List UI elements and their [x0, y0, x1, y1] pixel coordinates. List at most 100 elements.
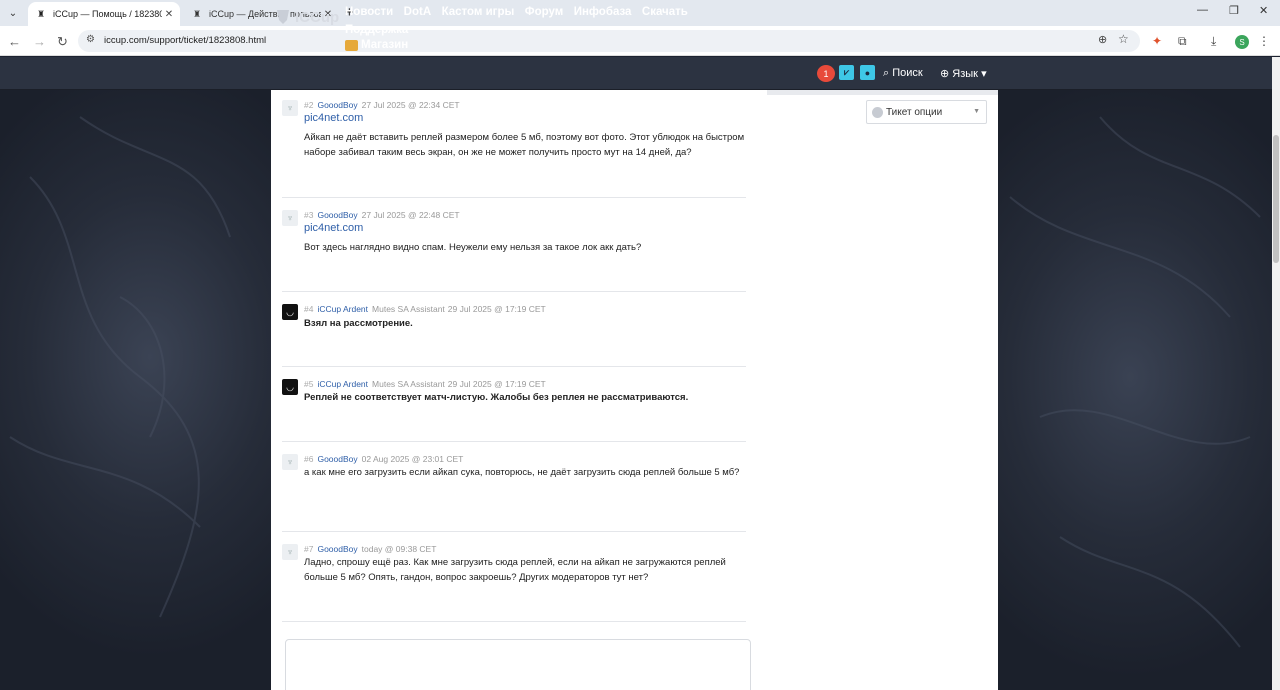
post-date: 27 Jul 2025 @ 22:34 CET	[361, 100, 460, 110]
post-number[interactable]: #4	[304, 304, 313, 314]
zoom-icon[interactable]: ⊕	[1098, 33, 1107, 46]
post-text: а как мне его загрузить если айкап сука,…	[304, 467, 740, 478]
post-author-role: Mutes SA Assistant	[372, 379, 445, 389]
post-number[interactable]: #6	[304, 454, 313, 464]
post-link[interactable]: pic4net.com	[304, 112, 363, 124]
post-divider	[282, 441, 746, 442]
user-profile-icon[interactable]: ●	[860, 65, 875, 80]
sidebar-strip	[767, 90, 998, 95]
post-date: 27 Jul 2025 @ 22:48 CET	[361, 210, 460, 220]
scrollbar-thumb[interactable]	[1273, 135, 1279, 263]
site-info-icon[interactable]: ⚙	[86, 34, 95, 45]
notification-badge[interactable]: 1	[817, 65, 835, 82]
close-window-icon[interactable]: ✕	[1259, 4, 1268, 17]
post-divider	[282, 366, 746, 367]
avatar: ◡	[282, 379, 298, 395]
post-number[interactable]: #5	[304, 379, 313, 389]
bookmark-star-icon[interactable]: ☆	[1118, 32, 1129, 46]
page-scrollbar[interactable]	[1272, 57, 1280, 690]
post-link[interactable]: pic4net.com	[304, 222, 363, 234]
post-meta: #2 GooodBoy 27 Jul 2025 @ 22:34 CET	[304, 100, 460, 110]
post-date: today @ 09:38 CET	[361, 544, 437, 554]
avatar: ♆	[282, 100, 298, 116]
search-link[interactable]: ⌕ Поиск	[883, 67, 923, 80]
ticket-options-label: Тикет опции	[886, 106, 943, 118]
post-divider	[282, 291, 746, 292]
post-author[interactable]: iCCup Ardent	[317, 304, 368, 314]
back-icon[interactable]: ←	[8, 34, 21, 49]
gear-icon	[872, 106, 883, 118]
forward-icon[interactable]: →	[33, 34, 46, 49]
notification-count: 1	[823, 68, 829, 79]
tab-search-icon[interactable]: ⌄	[4, 4, 22, 22]
post-author[interactable]: GooodBoy	[317, 210, 357, 220]
post-divider	[282, 531, 746, 532]
post-author[interactable]: GooodBoy	[317, 100, 357, 110]
minimize-icon[interactable]: —	[1197, 4, 1208, 16]
globe-icon: ⊕	[940, 68, 950, 80]
profile-initial: S	[1239, 37, 1245, 47]
post-divider	[282, 197, 746, 198]
avatar: ♆	[282, 454, 298, 470]
language-label: Язык	[952, 68, 978, 80]
post-meta: #3 GooodBoy 27 Jul 2025 @ 22:48 CET	[304, 210, 460, 220]
post-date: 02 Aug 2025 @ 23:01 CET	[361, 454, 464, 464]
language-dropdown[interactable]: ⊕ Язык ▾	[940, 67, 987, 80]
iccup-logo-icon	[277, 10, 289, 24]
reply-textarea[interactable]	[285, 639, 751, 690]
download-icon[interactable]: ⤓	[1211, 34, 1216, 49]
reload-icon[interactable]: ↻	[57, 34, 68, 50]
search-icon: ⌕	[883, 67, 890, 79]
post-meta: #7 GooodBoy today @ 09:38 CET	[304, 544, 436, 554]
site-header	[0, 57, 1272, 90]
post-meta: #6 GooodBoy 02 Aug 2025 @ 23:01 CET	[304, 454, 463, 464]
shop-label: Магазин	[361, 39, 409, 51]
post-text: Ладно, спрошу ещё раз. Как мне загрузить…	[304, 557, 726, 583]
menu-item-shop[interactable]: Магазин	[345, 38, 408, 53]
url-text[interactable]: iccup.com/support/ticket/1823808.html	[104, 35, 266, 46]
post-author[interactable]: GooodBoy	[317, 544, 357, 554]
chevron-down-icon: ▼	[973, 108, 980, 115]
messages-icon[interactable]: ⩗	[839, 65, 854, 80]
menu-item-forum[interactable]: Форум	[525, 6, 563, 18]
menu-item-custom-games[interactable]: Кастом игры	[442, 6, 515, 18]
iccup-favicon-icon: ♜	[192, 8, 202, 19]
avatar: ♆	[282, 210, 298, 226]
iccup-favicon-icon: ♜	[36, 8, 46, 19]
post-author[interactable]: iCCup Ardent	[317, 379, 368, 389]
extension-icon[interactable]: ✦	[1152, 34, 1162, 48]
profile-avatar[interactable]: S	[1235, 35, 1249, 49]
post-meta: #4 iCCup Ardent Mutes SA Assistant 29 Jul 2…	[304, 304, 546, 314]
search-label: Поиск	[892, 67, 923, 79]
post-number[interactable]: #3	[304, 210, 313, 220]
extensions-puzzle-icon[interactable]: ⧉	[1178, 34, 1187, 49]
ticket-options-select[interactable]: Тикет опции ▼	[866, 100, 987, 124]
avatar: ◡	[282, 304, 298, 320]
menu-kebab-icon[interactable]: ⋮	[1258, 34, 1270, 48]
tab-title: iCCup — Помощь / 1823808	[53, 9, 162, 19]
post-divider	[282, 621, 746, 622]
tab-iccup-help[interactable]: ♜ iCCup — Помощь / 1823808 ✕	[28, 2, 180, 26]
restore-icon[interactable]: ❐	[1229, 4, 1239, 17]
post-text: Взял на рассмотрение.	[304, 318, 413, 329]
avatar: ♆	[282, 544, 298, 560]
close-tab-icon[interactable]: ✕	[162, 9, 176, 20]
logo-text: ICCup	[295, 8, 340, 26]
post-author[interactable]: GooodBoy	[317, 454, 357, 464]
post-date: 29 Jul 2025 @ 17:19 CET	[447, 379, 546, 389]
post-text: Реплей не соответствует матч-листую. Жал…	[304, 392, 689, 403]
menu-item-support[interactable]: Поддержка	[345, 24, 408, 36]
menu-item-infobase[interactable]: Инфобаза	[574, 6, 632, 18]
post-number[interactable]: #7	[304, 544, 313, 554]
post-text: Айкап не даёт вставить реплей размером б…	[304, 132, 745, 158]
menu-item-download[interactable]: Скачать	[642, 6, 688, 18]
post-meta: #5 iCCup Ardent Mutes SA Assistant 29 Jul 2…	[304, 379, 546, 389]
iccup-logo[interactable]: ICCup	[274, 8, 339, 26]
shop-coin-icon	[345, 40, 358, 51]
menu-item-news[interactable]: Новости	[345, 6, 393, 18]
post-number[interactable]: #2	[304, 100, 313, 110]
post-author-role: Mutes SA Assistant	[372, 304, 445, 314]
menu-item-dota[interactable]: DotA	[404, 6, 431, 18]
chevron-down-icon: ▾	[981, 68, 987, 80]
post-date: 29 Jul 2025 @ 17:19 CET	[447, 304, 546, 314]
